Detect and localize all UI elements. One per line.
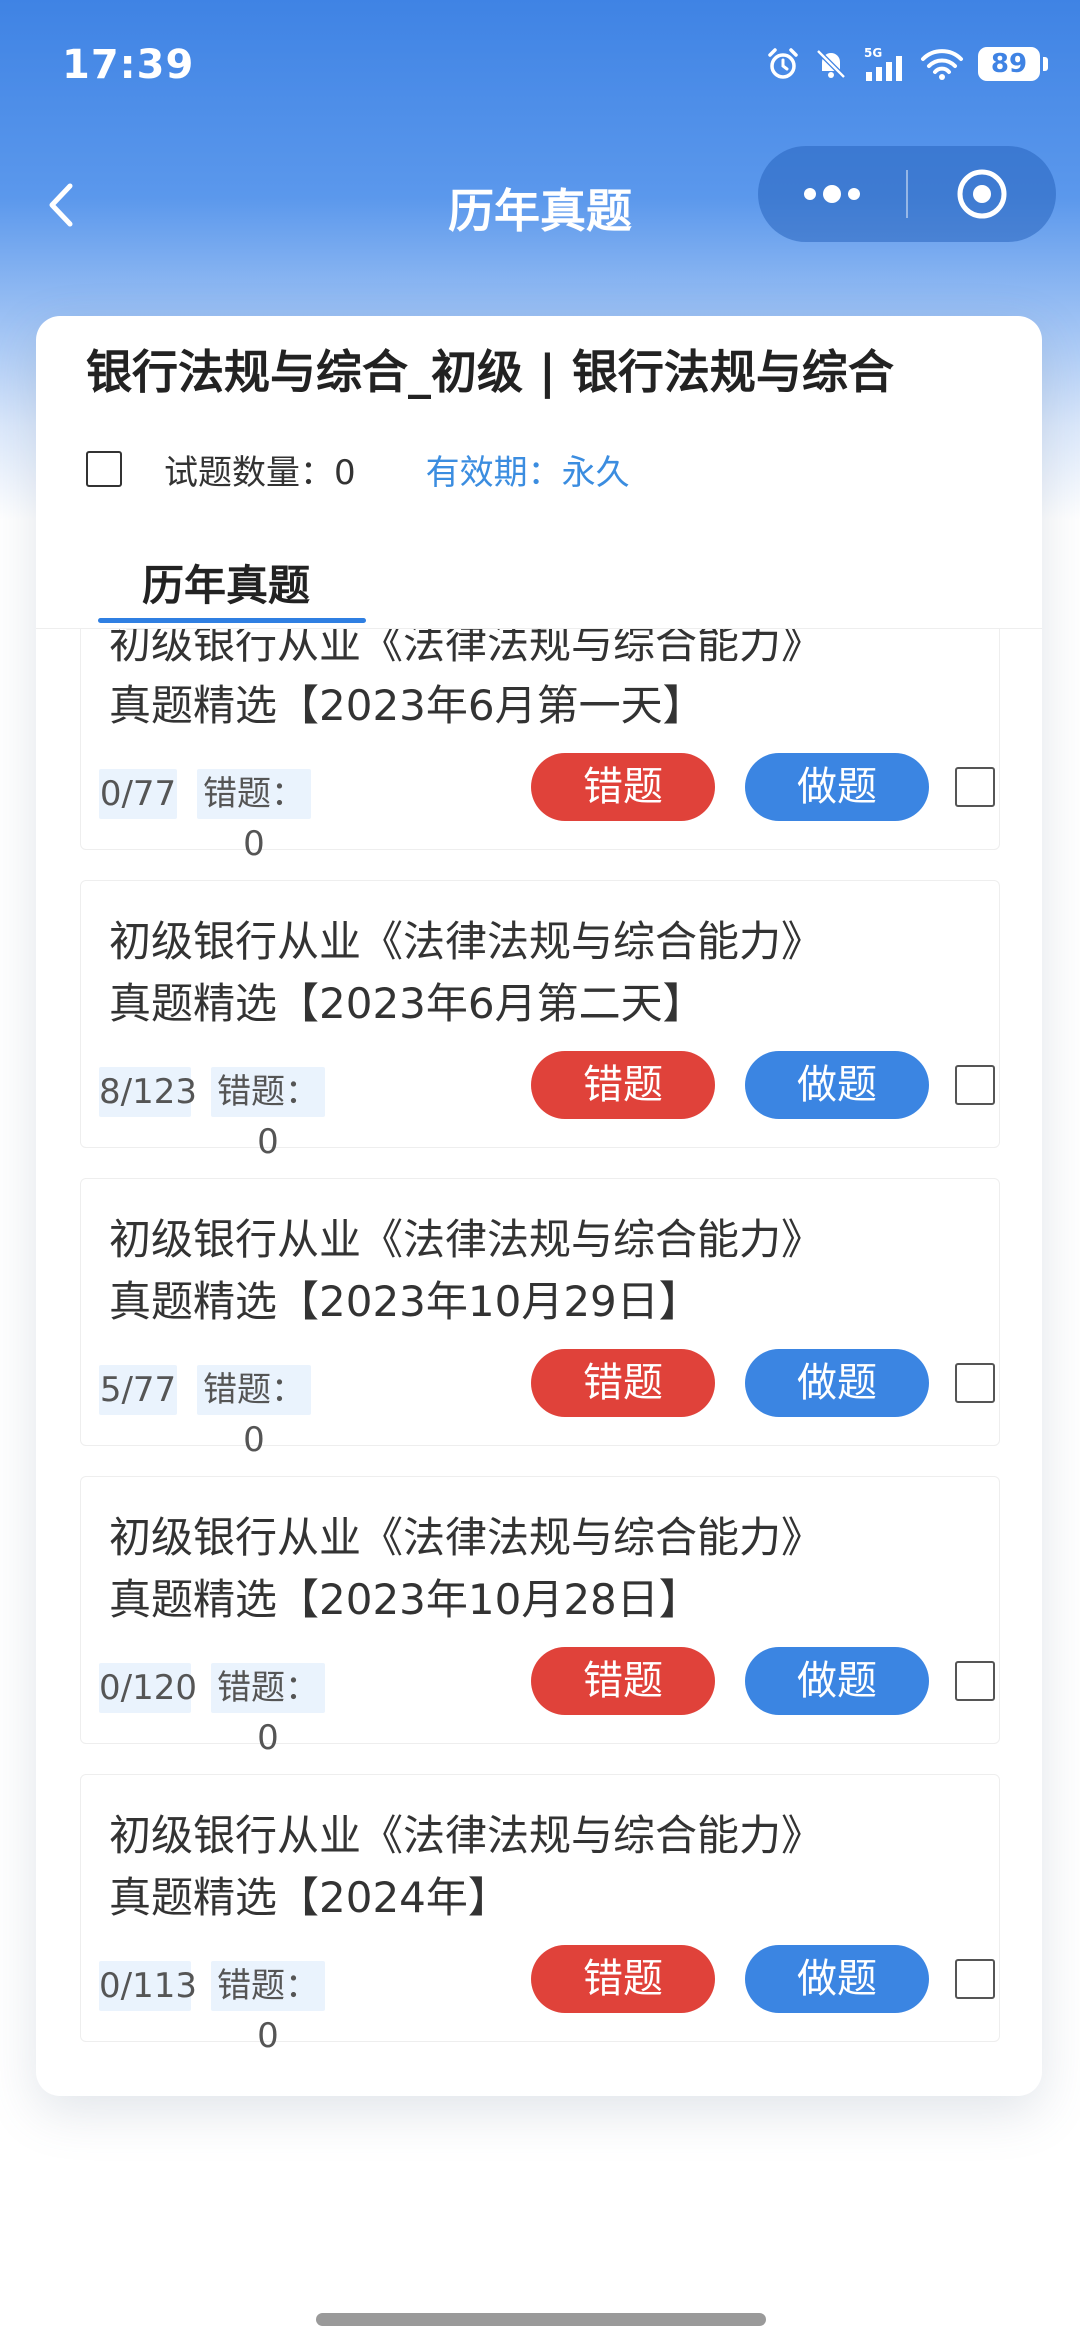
battery-indicator: 89 <box>978 47 1048 81</box>
mute-icon <box>816 49 846 79</box>
item-title-line1: 初级银行从业《法律法规与综合能力》 <box>109 1513 824 1562</box>
item-title-line2: 真题精选【2023年6月第二天】 <box>109 979 705 1028</box>
progress-badge: 8/123 <box>99 1067 197 1117</box>
item-title-line1: 初级银行从业《法律法规与综合能力》 <box>109 629 824 668</box>
target-circle-icon <box>957 169 1007 219</box>
item-title[interactable]: 初级银行从业《法律法规与综合能力》 真题精选【2023年10月29日】 <box>109 1209 969 1333</box>
item-title[interactable]: 初级银行从业《法律法规与综合能力》 真题精选【2024年】 <box>109 1805 969 1929</box>
course-card: 银行法规与综合_初级 | 银行法规与综合 试题数量：0 有效期：永久 历年真题 … <box>36 316 1042 2096</box>
wrong-questions-button[interactable]: 错题 <box>531 753 715 821</box>
tab-bar: 历年真题 <box>36 512 1042 629</box>
list-item: 初级银行从业《法律法规与综合能力》 真题精选【2023年10月28日】 0/12… <box>80 1476 1000 1758</box>
status-bar: 17:39 5G 89 <box>0 0 1080 140</box>
do-questions-button[interactable]: 做题 <box>745 1051 929 1119</box>
close-miniprogram-button[interactable] <box>908 146 1056 242</box>
home-indicator[interactable] <box>316 2313 766 2326</box>
item-checkbox[interactable] <box>955 767 995 807</box>
item-checkbox[interactable] <box>955 1661 995 1701</box>
more-button[interactable] <box>758 146 906 242</box>
miniprogram-capsule <box>758 146 1056 242</box>
list-item: 初级银行从业《法律法规与综合能力》 真题精选【2023年10月29日】 5/77… <box>80 1178 1000 1460</box>
tab-active-indicator <box>98 618 366 623</box>
progress-badge: 0/113 <box>99 1961 197 2011</box>
item-title-line1: 初级银行从业《法律法规与综合能力》 <box>109 1215 824 1264</box>
wrong-questions-button[interactable]: 错题 <box>531 1051 715 1119</box>
paper-list[interactable]: 初级银行从业《法律法规与综合能力》 真题精选【2023年6月第一天】 0/77 … <box>36 629 1042 2096</box>
item-title-line1: 初级银行从业《法律法规与综合能力》 <box>109 1811 824 1860</box>
item-title[interactable]: 初级银行从业《法律法规与综合能力》 真题精选【2023年10月28日】 <box>109 1507 969 1631</box>
status-icons: 5G 89 <box>766 46 1048 82</box>
item-checkbox[interactable] <box>955 1959 995 1999</box>
signal-icon: 5G <box>864 46 902 81</box>
wrong-count-badge: 错题：0 <box>211 1663 325 1758</box>
wrong-count-badge: 错题：0 <box>211 1961 325 2056</box>
list-item: 初级银行从业《法律法规与综合能力》 真题精选【2023年6月第二天】 8/123… <box>80 880 1000 1162</box>
item-title[interactable]: 初级银行从业《法律法规与综合能力》 真题精选【2023年6月第一天】 <box>109 629 969 737</box>
item-checkbox[interactable] <box>955 1065 995 1105</box>
item-title-line2: 真题精选【2023年6月第一天】 <box>109 681 705 730</box>
progress-badge: 5/77 <box>99 1365 177 1415</box>
progress-badge: 0/77 <box>99 769 177 819</box>
validity-label: 有效期：永久 <box>425 452 630 493</box>
wrong-count-badge: 错题：0 <box>211 1067 325 1162</box>
wrong-questions-button[interactable]: 错题 <box>531 1349 715 1417</box>
wifi-icon <box>921 49 963 80</box>
wrong-count-badge: 错题：0 <box>197 769 311 864</box>
progress-badge: 0/120 <box>99 1663 197 1713</box>
wrong-count-badge: 错题：0 <box>197 1365 311 1460</box>
do-questions-button[interactable]: 做题 <box>745 753 929 821</box>
course-title: 银行法规与综合_初级 | 银行法规与综合 <box>86 345 894 399</box>
network-label: 5G <box>864 46 882 60</box>
question-count: 试题数量：0 <box>164 452 356 493</box>
do-questions-button[interactable]: 做题 <box>745 1945 929 2013</box>
item-title-line2: 真题精选【2023年10月28日】 <box>109 1575 701 1624</box>
wrong-questions-button[interactable]: 错题 <box>531 1945 715 2013</box>
do-questions-button[interactable]: 做题 <box>745 1349 929 1417</box>
course-meta: 试题数量：0 有效期：永久 <box>86 444 630 494</box>
item-title-line2: 真题精选【2024年】 <box>109 1873 510 1922</box>
select-all-checkbox[interactable] <box>86 451 122 487</box>
list-item: 初级银行从业《法律法规与综合能力》 真题精选【2023年6月第一天】 0/77 … <box>80 629 1000 864</box>
item-title[interactable]: 初级银行从业《法律法规与综合能力》 真题精选【2023年6月第二天】 <box>109 911 969 1035</box>
list-item: 初级银行从业《法律法规与综合能力》 真题精选【2024年】 0/113 错题：0… <box>80 1774 1000 2056</box>
alarm-icon <box>768 48 798 79</box>
item-title-line1: 初级银行从业《法律法规与综合能力》 <box>109 917 824 966</box>
tab-past-papers[interactable]: 历年真题 <box>142 552 310 613</box>
more-dots-icon <box>804 185 860 203</box>
item-checkbox[interactable] <box>955 1363 995 1403</box>
item-title-line2: 真题精选【2023年10月29日】 <box>109 1277 701 1326</box>
status-time: 17:39 <box>62 42 195 88</box>
do-questions-button[interactable]: 做题 <box>745 1647 929 1715</box>
wrong-questions-button[interactable]: 错题 <box>531 1647 715 1715</box>
